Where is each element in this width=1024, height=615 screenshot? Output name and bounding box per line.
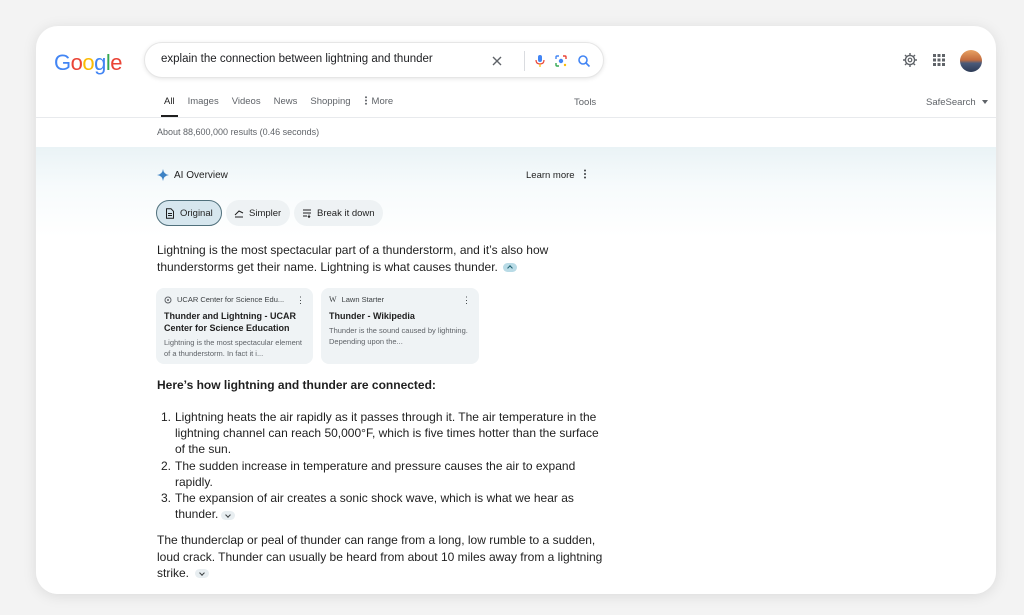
logo-letter: o bbox=[82, 50, 95, 75]
step-number: 2. bbox=[161, 458, 172, 473]
mode-simpler-label: Simpler bbox=[249, 207, 282, 219]
search-divider bbox=[524, 51, 525, 71]
list-item: 1. Lightning heats the air rapidly as it … bbox=[157, 409, 607, 458]
source-site: UCAR Center for Science Edu... bbox=[164, 295, 305, 304]
ucar-favicon-icon bbox=[164, 296, 172, 303]
account-avatar[interactable] bbox=[960, 50, 982, 72]
settings-icon[interactable] bbox=[902, 52, 918, 73]
logo-letter: e bbox=[110, 50, 123, 75]
header-divider bbox=[36, 117, 996, 118]
safesearch-button[interactable]: SafeSearch bbox=[926, 97, 989, 108]
source-title: Thunder and Lightning - UCAR Center for … bbox=[164, 311, 296, 333]
search-results-window: Google explain the connection between li… bbox=[36, 26, 996, 594]
learn-more-label: Learn more bbox=[526, 170, 575, 181]
more-vert-icon[interactable]: ⋮ bbox=[296, 295, 305, 306]
mode-break-down-button[interactable]: Break it down bbox=[294, 200, 383, 226]
microphone-icon[interactable] bbox=[531, 52, 549, 70]
safesearch-label: SafeSearch bbox=[926, 97, 976, 108]
source-snippet: Thunder is the sound caused by lightning… bbox=[329, 326, 468, 346]
expand-source-icon[interactable] bbox=[195, 569, 210, 579]
tab-shopping[interactable]: Shopping bbox=[310, 96, 350, 116]
tab-more-label: More bbox=[371, 96, 394, 107]
list-item: 3. The expansion of air creates a sonic s… bbox=[157, 490, 607, 522]
ai-closing-paragraph: The thunderclap or peal of thunder can r… bbox=[157, 532, 607, 582]
ai-section-heading: Here’s how lightning and thunder are con… bbox=[157, 378, 436, 392]
logo-letter: o bbox=[70, 50, 83, 75]
tab-news[interactable]: News bbox=[274, 96, 298, 116]
ai-steps-list: 1. Lightning heats the air rapidly as it … bbox=[157, 409, 607, 522]
document-icon bbox=[165, 207, 175, 219]
wikipedia-favicon-icon: W bbox=[329, 295, 337, 304]
more-vert-icon[interactable] bbox=[583, 169, 587, 179]
tools-button[interactable]: Tools bbox=[574, 97, 596, 108]
tab-videos[interactable]: Videos bbox=[232, 96, 261, 116]
step-number: 3. bbox=[161, 491, 172, 506]
source-card[interactable]: UCAR Center for Science Edu... ⋮ Thunder… bbox=[156, 288, 313, 364]
results-stats: About 88,600,000 results (0.46 seconds) bbox=[157, 127, 320, 137]
tab-all[interactable]: All bbox=[161, 96, 178, 117]
ai-intro-text: Lightning is the most spectacular part o… bbox=[157, 243, 549, 274]
tab-more[interactable]: More bbox=[364, 96, 394, 116]
mode-break-down-label: Break it down bbox=[317, 207, 375, 219]
simplify-icon bbox=[234, 208, 244, 218]
mode-original-label: Original bbox=[180, 207, 213, 219]
ai-closing-text: The thunderclap or peal of thunder can r… bbox=[157, 533, 603, 580]
google-logo[interactable]: Google bbox=[54, 50, 123, 76]
list-icon bbox=[302, 208, 312, 218]
step-text: The sudden increase in temperature and p… bbox=[175, 458, 576, 489]
collapse-sources-icon[interactable] bbox=[503, 262, 518, 272]
source-site-name: Lawn Starter bbox=[341, 295, 385, 304]
source-snippet: Lightning is the most spectacular elemen… bbox=[164, 338, 302, 358]
logo-letter: g bbox=[94, 50, 106, 75]
lens-icon[interactable] bbox=[552, 52, 570, 70]
expand-source-icon[interactable] bbox=[221, 510, 236, 520]
tab-images[interactable]: Images bbox=[188, 96, 219, 116]
step-number: 1. bbox=[161, 410, 172, 424]
ai-overview-header: AI Overview bbox=[157, 169, 228, 181]
source-card[interactable]: W Lawn Starter ⋮ Thunder - Wikipedia Thu… bbox=[321, 288, 479, 364]
search-icon[interactable] bbox=[575, 52, 593, 70]
search-input[interactable]: explain the connection between lightning… bbox=[161, 53, 433, 65]
clear-icon[interactable] bbox=[488, 52, 506, 70]
source-site-name: UCAR Center for Science Edu... bbox=[177, 295, 285, 304]
ai-overview-title: AI Overview bbox=[174, 169, 228, 181]
list-item: 2. The sudden increase in temperature and… bbox=[157, 458, 607, 490]
ai-intro-paragraph: Lightning is the most spectacular part o… bbox=[157, 242, 607, 275]
search-tabs: All Images Videos News Shopping More bbox=[161, 96, 406, 117]
more-vert-icon bbox=[364, 96, 367, 105]
source-title: Thunder - Wikipedia bbox=[329, 311, 415, 321]
mode-simpler-button[interactable]: Simpler bbox=[226, 200, 290, 226]
gemini-sparkle-icon bbox=[157, 169, 169, 181]
dropdown-arrow-icon bbox=[982, 100, 989, 104]
more-vert-icon[interactable]: ⋮ bbox=[462, 295, 471, 306]
apps-grid-icon[interactable] bbox=[932, 53, 946, 72]
search-box[interactable]: explain the connection between lightning… bbox=[144, 42, 604, 78]
logo-letter: G bbox=[54, 50, 71, 75]
step-text: Lightning heats the air rapidly as it pa… bbox=[175, 410, 599, 457]
learn-more-button[interactable]: Learn more bbox=[526, 169, 587, 181]
mode-original-button[interactable]: Original bbox=[156, 200, 222, 226]
source-site: W Lawn Starter bbox=[329, 295, 471, 304]
